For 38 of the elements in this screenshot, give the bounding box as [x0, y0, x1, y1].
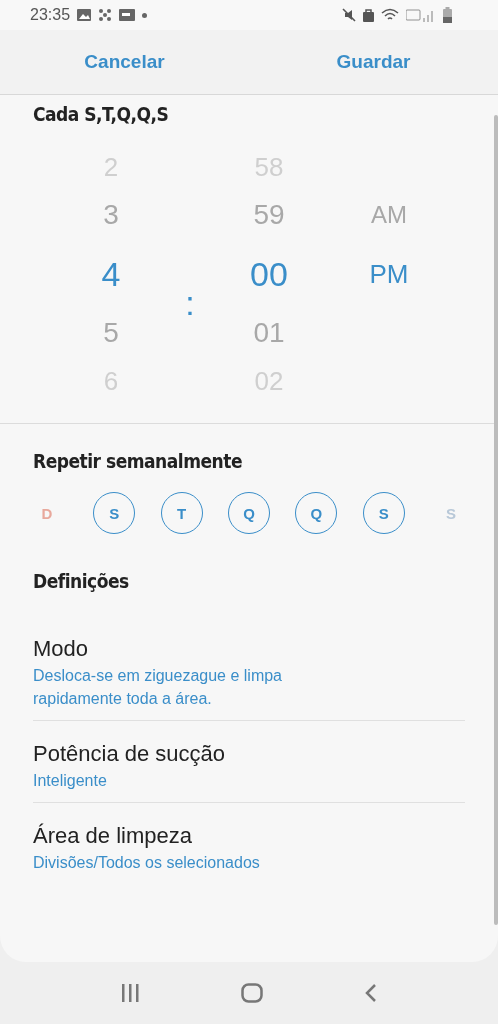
item-value: Divisões/Todos os selecionados	[33, 853, 261, 873]
back-icon[interactable]	[363, 983, 378, 1003]
minute-option[interactable]: 01	[253, 309, 285, 357]
lock-icon	[363, 8, 374, 22]
time-separator: :	[185, 282, 195, 323]
item-label: Modo	[33, 636, 90, 662]
battery-icon	[443, 7, 452, 23]
settings-item[interactable]: Área de limpeza Divisões/Todos os selecionados	[33, 802, 465, 884]
item-value: Inteligente	[33, 771, 108, 791]
signal-icon	[406, 8, 436, 22]
hour-option[interactable]: 3	[103, 191, 119, 239]
item-value: Desloca-se em ziguezague e limpa rapidamente toda a área.	[33, 666, 283, 709]
cancel-button[interactable]: Cancelar	[0, 30, 249, 94]
period-option[interactable]: PM	[369, 239, 409, 309]
status-time: 23:35	[30, 6, 71, 24]
recents-icon[interactable]	[120, 984, 141, 1002]
section-title: Definições	[32, 569, 130, 592]
item-label: Área de limpeza	[33, 823, 193, 849]
settings-item[interactable]: Modo Desloca-se em ziguezague e limpa rapidamente toda a área.	[33, 626, 465, 720]
save-button[interactable]: Guardar	[249, 30, 498, 94]
settings-item[interactable]: Potência de sucção Inteligente	[33, 720, 465, 802]
fan-icon	[98, 8, 113, 22]
period-option[interactable]: AM	[371, 191, 407, 239]
mute-icon	[342, 8, 356, 22]
minute-option[interactable]: 00	[250, 239, 288, 309]
hour-option[interactable]: 4	[101, 239, 121, 309]
item-label: Potência de sucção	[33, 741, 227, 767]
wifi-icon	[381, 8, 399, 22]
schedule-title: Cada S,T,Q,Q,S	[32, 102, 170, 125]
day-toggle[interactable]: D	[26, 492, 68, 534]
section-title: Repetir semanalmente	[32, 449, 244, 472]
minute-option[interactable]: 59	[253, 191, 285, 239]
day-toggle[interactable]: S	[429, 492, 472, 534]
hour-option[interactable]: 5	[103, 309, 119, 357]
image-icon	[77, 9, 92, 21]
dot-icon	[142, 12, 148, 18]
card-icon	[119, 9, 136, 21]
home-icon[interactable]	[241, 983, 263, 1003]
